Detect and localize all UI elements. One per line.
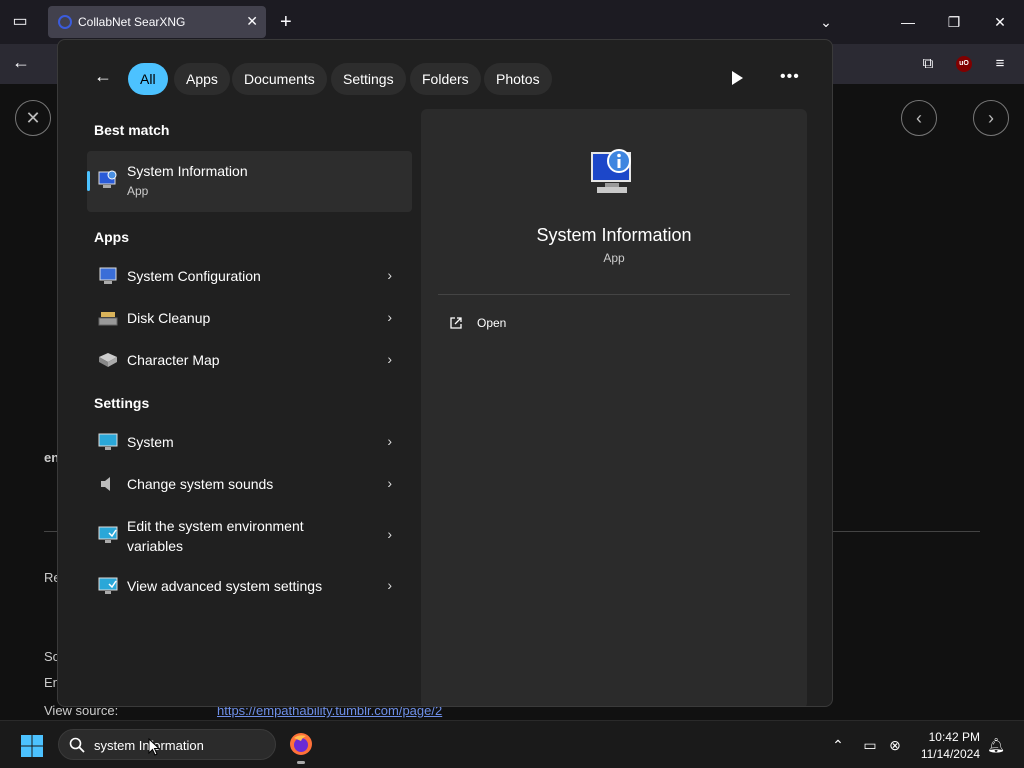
preview-divider <box>438 294 790 295</box>
filter-chip-apps[interactable]: Apps <box>174 63 230 95</box>
preview-sub: App <box>603 251 625 265</box>
filter-chip-photos[interactable]: Photos <box>484 63 552 95</box>
system-settings-icon <box>98 433 118 450</box>
system-information-icon <box>98 170 117 188</box>
chevron-right-icon[interactable]: › <box>387 351 392 367</box>
item-label: Change system sounds <box>127 476 274 492</box>
display-icon[interactable]: ▭ <box>860 735 880 755</box>
selection-indicator <box>87 171 90 191</box>
tab-title: CollabNet SearXNG <box>78 15 186 29</box>
menu-icon[interactable]: ≡ <box>988 52 1012 76</box>
play-icon[interactable] <box>730 70 744 86</box>
settings-heading: Settings <box>94 395 150 411</box>
next-circle-icon[interactable]: › <box>973 100 1009 136</box>
restore-icon[interactable]: ❐ <box>942 10 966 34</box>
new-tab-button[interactable]: + <box>280 10 292 34</box>
mouse-cursor-icon <box>148 738 160 756</box>
notification-bell-icon[interactable]: 🔔︎ <box>986 735 1006 755</box>
ublock-icon[interactable]: uO <box>956 56 972 72</box>
browser-tab-bar: ▭ CollabNet SearXNG ✕ + ⌄ — ❐ ✕ <box>0 0 1024 44</box>
windows-start-icon[interactable] <box>20 734 44 758</box>
best-match-heading: Best match <box>94 122 170 138</box>
search-icon <box>69 737 85 753</box>
setting-item-view-advanced-system-settings[interactable]: View advanced system settings › <box>87 566 412 606</box>
setting-item-edit-environment-variables[interactable]: Edit the system environment variables › <box>87 506 412 564</box>
close-circle-icon[interactable]: ✕ <box>15 100 51 136</box>
taskbar-search-input[interactable]: system Information <box>58 729 276 760</box>
open-label: Open <box>477 316 507 330</box>
open-action[interactable]: Open <box>441 312 641 336</box>
close-window-icon[interactable]: ✕ <box>988 10 1012 34</box>
tab-close-icon[interactable]: ✕ <box>246 13 258 30</box>
item-label-line1: Edit the system environment <box>127 518 304 534</box>
item-label: Disk Cleanup <box>127 310 211 326</box>
firefox-icon[interactable] <box>289 732 313 756</box>
apps-heading: Apps <box>94 229 129 245</box>
filter-chip-folders[interactable]: Folders <box>410 63 481 95</box>
preview-pane: System Information App Open <box>421 109 807 706</box>
disk-cleanup-icon <box>98 312 118 326</box>
filter-chip-documents[interactable]: Documents <box>232 63 327 95</box>
item-label: View advanced system settings <box>127 578 323 594</box>
chevron-right-icon[interactable]: › <box>387 267 392 283</box>
best-match-sub: App <box>127 184 149 198</box>
clock-time[interactable]: 10:42 PM <box>900 730 980 744</box>
taskbar-active-indicator <box>297 761 305 764</box>
chevron-down-icon[interactable]: ⌄ <box>814 10 838 34</box>
chevron-right-icon[interactable]: › <box>387 433 392 449</box>
start-search-panel: ← All Apps Documents Settings Folders Ph… <box>57 39 833 707</box>
chevron-right-icon[interactable]: › <box>387 309 392 325</box>
item-label: Character Map <box>127 352 220 368</box>
chevron-right-icon[interactable]: › <box>387 475 392 491</box>
tab-list-icon[interactable]: ▭ <box>8 10 32 34</box>
setting-item-system[interactable]: System › <box>87 422 412 462</box>
filter-chip-settings[interactable]: Settings <box>331 63 406 95</box>
back-arrow-icon[interactable]: ← <box>94 66 112 87</box>
app-item-disk-cleanup[interactable]: Disk Cleanup › <box>87 298 412 338</box>
minimize-icon[interactable]: — <box>896 10 920 34</box>
system-information-large-icon <box>591 149 631 193</box>
tab-favicon-icon <box>58 15 72 29</box>
clock-date[interactable]: 11/14/2024 <box>900 747 980 761</box>
preview-title: System Information <box>536 225 692 245</box>
item-label-line2: variables <box>127 538 184 554</box>
show-hidden-icons-chevron-up-icon[interactable]: ⌃ <box>828 735 848 755</box>
extensions-icon[interactable]: ⧉ <box>916 52 940 76</box>
chevron-right-icon[interactable]: › <box>387 577 392 593</box>
best-match-label: System Information <box>127 163 248 179</box>
system-configuration-icon <box>99 267 117 284</box>
environment-variables-icon <box>98 526 118 543</box>
filter-chip-all[interactable]: All <box>128 63 168 95</box>
item-label: System <box>127 434 174 450</box>
prev-circle-icon[interactable]: ‹ <box>901 100 937 136</box>
setting-item-change-system-sounds[interactable]: Change system sounds › <box>87 464 412 504</box>
browser-tab[interactable]: CollabNet SearXNG ✕ <box>48 6 266 38</box>
app-item-system-configuration[interactable]: System Configuration › <box>87 256 412 296</box>
advanced-settings-icon <box>98 577 118 594</box>
app-item-character-map[interactable]: Character Map › <box>87 340 412 380</box>
item-label: System Configuration <box>127 268 261 284</box>
best-match-item[interactable]: System Information App <box>87 151 412 212</box>
speaker-icon <box>101 477 110 491</box>
chevron-right-icon[interactable]: › <box>387 526 392 542</box>
back-arrow-icon[interactable]: ← <box>12 52 30 73</box>
open-external-icon <box>450 317 462 329</box>
more-options-icon[interactable]: ••• <box>780 68 800 86</box>
character-map-icon <box>99 353 117 367</box>
